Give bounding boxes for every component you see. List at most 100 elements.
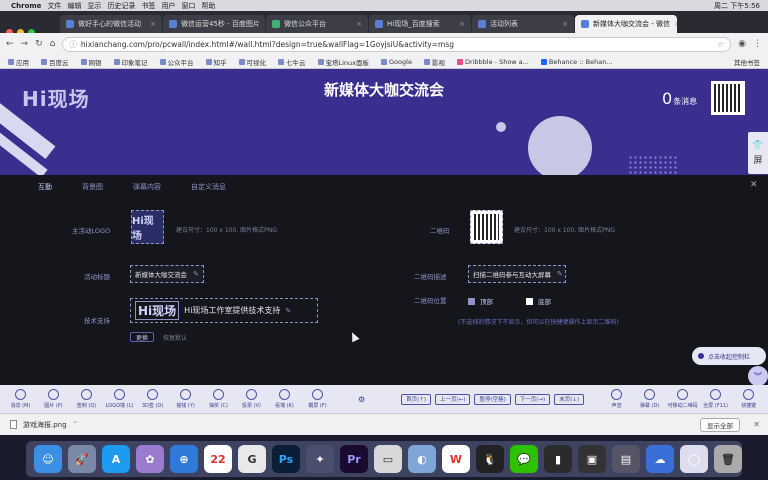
next-page-button[interactable]: 下一页(→) bbox=[514, 393, 551, 405]
bookmark-item[interactable]: 宝塔Linux面板 bbox=[317, 57, 369, 67]
browser-tab[interactable]: Hi现场_百度搜索 × bbox=[369, 15, 471, 33]
ctrl-view-wall[interactable]: 看墙 (K) bbox=[272, 389, 297, 409]
logo-upload[interactable]: Hi现场 bbox=[131, 210, 164, 244]
launchpad-icon[interactable]: 🚀 bbox=[68, 445, 96, 473]
close-tab-icon[interactable]: × bbox=[562, 20, 568, 28]
pause-button[interactable]: 暂停(空格) bbox=[474, 393, 511, 405]
screen-side-button[interactable]: 👕 屏 bbox=[748, 132, 768, 174]
restore-default-link[interactable]: 恢复默认 bbox=[163, 333, 187, 342]
ctrl-movable-qr[interactable]: 可移动二维码 bbox=[668, 389, 698, 409]
finder-icon[interactable]: ☺ bbox=[34, 445, 62, 473]
ctrl-fullscreen[interactable]: 全屏 (F11) bbox=[703, 389, 728, 409]
utility-icon[interactable]: ✦ bbox=[306, 445, 334, 473]
bookmark-item[interactable]: Behance :: Behan... bbox=[540, 58, 613, 66]
prev-page-button[interactable]: 上一页(←) bbox=[435, 393, 471, 405]
other-bookmarks[interactable]: 其他书签 bbox=[734, 57, 768, 67]
change-button[interactable]: 更换 bbox=[130, 332, 155, 342]
back-icon[interactable]: ← bbox=[6, 39, 14, 49]
ctrl-dominate-screen[interactable]: 霸屏 (F) bbox=[305, 389, 330, 409]
browser-tab-active[interactable]: 新媒体大咖交流会 - 微信 × bbox=[575, 15, 677, 33]
qr-upload[interactable] bbox=[470, 210, 503, 244]
close-tab-icon[interactable]: × bbox=[459, 20, 465, 28]
ctrl-lottery[interactable]: 抽奖 (C) bbox=[206, 389, 231, 409]
bookmark-item[interactable]: 应用 bbox=[8, 57, 29, 67]
collapse-control-bar-button[interactable]: 点击收起控制栏 bbox=[692, 347, 766, 365]
menu-item-history[interactable]: 历史记录 bbox=[107, 1, 135, 11]
gear-icon[interactable]: ⚙ bbox=[358, 395, 365, 404]
browser-tab[interactable]: 微信运营45秒 - 百度图片 × bbox=[163, 15, 265, 33]
app-icon[interactable]: ◯ bbox=[680, 445, 708, 473]
star-icon[interactable]: ☆ bbox=[717, 40, 724, 49]
g-app-icon[interactable]: G bbox=[238, 445, 266, 473]
app-icon[interactable]: ◐ bbox=[408, 445, 436, 473]
photos-icon[interactable]: ✿ bbox=[136, 445, 164, 473]
close-tab-icon[interactable]: × bbox=[674, 20, 677, 28]
edit-icon[interactable]: ✎ bbox=[193, 270, 199, 278]
photoshop-icon[interactable]: Ps bbox=[272, 445, 300, 473]
download-file-name[interactable]: 游戏海报.png bbox=[23, 420, 67, 430]
home-icon[interactable]: ⌂ bbox=[50, 39, 56, 49]
last-page-button[interactable]: 末页(↓) bbox=[554, 393, 585, 405]
terminal-icon[interactable]: ▮ bbox=[544, 445, 572, 473]
browser-tab[interactable]: 活动列表 × bbox=[472, 15, 574, 33]
extension-icon[interactable]: ◉ bbox=[738, 39, 746, 49]
ctrl-picture[interactable]: 图片 (P) bbox=[41, 389, 66, 409]
premiere-icon[interactable]: Pr bbox=[340, 445, 368, 473]
close-panel-icon[interactable]: ✕ bbox=[750, 180, 758, 190]
menu-icon[interactable]: ⋮ bbox=[753, 39, 762, 49]
wps-icon[interactable]: W bbox=[442, 445, 470, 473]
bookmark-item[interactable]: 网银 bbox=[80, 57, 102, 67]
ctrl-logo-wall[interactable]: LOGO墙 (L) bbox=[106, 389, 133, 409]
bookmark-item[interactable]: 百度云 bbox=[41, 57, 69, 67]
ctrl-danmaku[interactable]: 弹幕 (D) bbox=[637, 389, 662, 409]
browser-tab[interactable]: 微信公众平台 × bbox=[266, 15, 368, 33]
bookmark-item[interactable]: 七牛云 bbox=[278, 57, 306, 67]
ctrl-3d-signin[interactable]: 3D签 (D) bbox=[140, 389, 165, 409]
tab-danmaku[interactable]: 弹幕内容 bbox=[133, 182, 161, 192]
menu-item-edit[interactable]: 编辑 bbox=[67, 1, 81, 11]
reload-icon[interactable]: ↻ bbox=[35, 39, 43, 49]
calendar-icon[interactable]: 22 bbox=[204, 445, 232, 473]
app-icon[interactable]: ▤ bbox=[612, 445, 640, 473]
close-tab-icon[interactable]: × bbox=[356, 20, 362, 28]
ctrl-sound[interactable]: 声音 bbox=[604, 389, 629, 409]
tab-background[interactable]: 背景图 bbox=[82, 182, 103, 192]
ctrl-shortcuts[interactable]: 快捷键 bbox=[736, 389, 761, 409]
ctrl-shake[interactable]: 摇钱 (Y) bbox=[173, 389, 198, 409]
tab-interaction[interactable]: 互動 bbox=[38, 182, 52, 192]
menu-item-view[interactable]: 显示 bbox=[87, 1, 101, 11]
keynote-icon[interactable]: ▭ bbox=[374, 445, 402, 473]
close-tab-icon[interactable]: × bbox=[264, 20, 265, 28]
qr-position-bottom[interactable]: 底部 bbox=[526, 296, 551, 306]
edit-icon[interactable]: ✎ bbox=[285, 307, 291, 315]
edit-icon[interactable]: ✎ bbox=[557, 270, 563, 278]
qr-text-field[interactable]: 扫描二维码参与互动大屏幕 ✎ bbox=[468, 265, 566, 283]
bookmark-item[interactable]: 知乎 bbox=[205, 57, 227, 67]
qr-position-top[interactable]: 顶部 bbox=[468, 296, 493, 306]
bookmark-item[interactable]: 印象笔记 bbox=[113, 57, 148, 67]
bookmark-item[interactable]: Google bbox=[381, 58, 412, 66]
menu-item-people[interactable]: 用户 bbox=[161, 1, 175, 11]
browser-tab[interactable]: 做好手心的微信活动 × bbox=[60, 15, 162, 33]
menu-item-window[interactable]: 窗口 bbox=[181, 1, 195, 11]
bookmark-item[interactable]: Dribbble - Show a... bbox=[456, 58, 529, 66]
close-tab-icon[interactable]: × bbox=[150, 20, 156, 28]
tab-custom-message[interactable]: 自定义消息 bbox=[191, 182, 226, 192]
ctrl-vote[interactable]: 投票 (V) bbox=[239, 389, 264, 409]
bookmark-item[interactable]: 影视 bbox=[423, 57, 445, 67]
ctrl-message[interactable]: 消息 (M) bbox=[8, 389, 33, 409]
menubar-app-name[interactable]: Chrome bbox=[11, 2, 41, 10]
menu-item-bookmarks[interactable]: 书签 bbox=[141, 1, 155, 11]
app-icon[interactable]: ▣ bbox=[578, 445, 606, 473]
info-icon[interactable]: ⓘ bbox=[69, 39, 77, 50]
app-store-icon[interactable]: A bbox=[102, 445, 130, 473]
trash-icon[interactable]: 🗑 bbox=[714, 445, 742, 473]
safari-icon[interactable]: ⊕ bbox=[170, 445, 198, 473]
chevron-down-icon[interactable]: ︾ bbox=[748, 366, 768, 386]
forward-icon[interactable]: → bbox=[21, 39, 29, 49]
wechat-icon[interactable]: 💬 bbox=[510, 445, 538, 473]
address-bar[interactable]: ⓘ hixianchang.com/pro/pcwall/index.html#… bbox=[62, 36, 732, 52]
title-field[interactable]: 新媒体大咖交流会 ✎ bbox=[130, 265, 204, 283]
close-icon[interactable]: ✕ bbox=[753, 420, 760, 429]
ctrl-signin[interactable]: 签到 (Q) bbox=[74, 389, 99, 409]
